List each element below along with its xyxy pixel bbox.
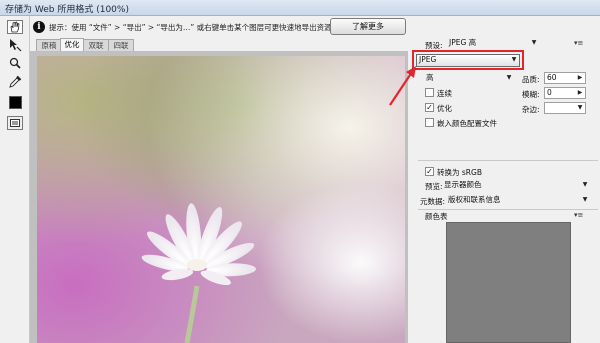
- convert-srgb-label: 转换为 sRGB: [437, 168, 482, 177]
- embed-profile-label: 嵌入颜色配置文件: [437, 119, 497, 128]
- tip-bar: i 提示：使用 “文件” > “导出” > “导出为…” 或右键单击某个图层可更…: [30, 17, 408, 37]
- eyedropper-color-swatch[interactable]: [9, 96, 22, 109]
- learn-more-button[interactable]: 了解更多: [330, 18, 406, 35]
- metadata-label: 元数据:: [420, 197, 446, 206]
- window-title-bar: 存储为 Web 所用格式 (100%): [0, 0, 600, 16]
- optimized-label: 优化: [437, 104, 452, 113]
- chevron-right-icon: ▶: [577, 89, 583, 96]
- preset-value: JPEG 高: [449, 38, 477, 47]
- eyedropper-icon[interactable]: [7, 74, 23, 88]
- optimized-checkbox[interactable]: ✓: [425, 103, 434, 112]
- view-tabs: 原稿 优化 双联 四联: [30, 37, 408, 52]
- toggle-slices-icon[interactable]: [7, 116, 23, 130]
- preview-select[interactable]: 显示器颜色 ▼: [442, 180, 590, 192]
- quality-level-value: 高: [426, 73, 434, 82]
- progressive-label: 连续: [437, 89, 452, 98]
- hand-icon[interactable]: [7, 20, 23, 34]
- panel-menu-icon[interactable]: ▾≡: [574, 39, 583, 47]
- tip-text: 提示：使用 “文件” > “导出” > “导出为…” 或右键单击某个图层可更快速…: [49, 23, 332, 32]
- quality-level-select[interactable]: 高 ▼: [424, 73, 514, 85]
- metadata-select[interactable]: 版权和联系信息 ▼: [446, 195, 590, 207]
- blur-label: 模糊:: [522, 90, 540, 99]
- metadata-value: 版权和联系信息: [448, 195, 501, 204]
- preview-image[interactable]: [37, 56, 405, 343]
- chevron-down-icon: ▼: [582, 181, 588, 188]
- red-arrow-annotation: [389, 66, 416, 106]
- embed-profile-checkbox[interactable]: [425, 118, 434, 127]
- chevron-down-icon: ▼: [531, 39, 537, 46]
- chevron-down-icon: ▼: [506, 74, 512, 81]
- divider: [418, 209, 598, 210]
- preview-value: 显示器颜色: [444, 180, 482, 189]
- chevron-right-icon: ▶: [577, 74, 583, 81]
- convert-srgb-checkbox[interactable]: ✓: [425, 167, 434, 176]
- info-icon: i: [33, 21, 45, 33]
- tab-optimized[interactable]: 优化: [60, 38, 84, 52]
- divider: [418, 160, 598, 161]
- matte-select[interactable]: ▼: [544, 102, 586, 114]
- quality-input[interactable]: 60 ▶: [544, 72, 586, 84]
- chevron-down-icon: ▼: [577, 104, 583, 111]
- slice-select-icon[interactable]: [7, 38, 23, 52]
- tool-column: [0, 16, 30, 343]
- blur-input[interactable]: 0 ▶: [544, 87, 586, 99]
- color-table[interactable]: [446, 222, 571, 343]
- chevron-down-icon: ▼: [582, 196, 588, 203]
- progressive-checkbox[interactable]: [425, 88, 434, 97]
- chevron-down-icon: ▼: [511, 56, 517, 63]
- color-table-menu-icon[interactable]: ▾≡: [574, 211, 583, 219]
- preset-select[interactable]: JPEG 高 ▼: [447, 38, 539, 50]
- quality-value: 60: [547, 73, 557, 82]
- color-table-label: 颜色表: [425, 212, 448, 221]
- matte-label: 杂边:: [522, 105, 540, 114]
- file-format-select[interactable]: JPEG ▼: [416, 54, 520, 67]
- quality-label: 品质:: [522, 75, 540, 84]
- blur-value: 0: [547, 88, 552, 97]
- zoom-icon[interactable]: [7, 56, 23, 70]
- window-title: 存储为 Web 所用格式 (100%): [5, 5, 129, 15]
- preview-label: 预览:: [425, 182, 443, 191]
